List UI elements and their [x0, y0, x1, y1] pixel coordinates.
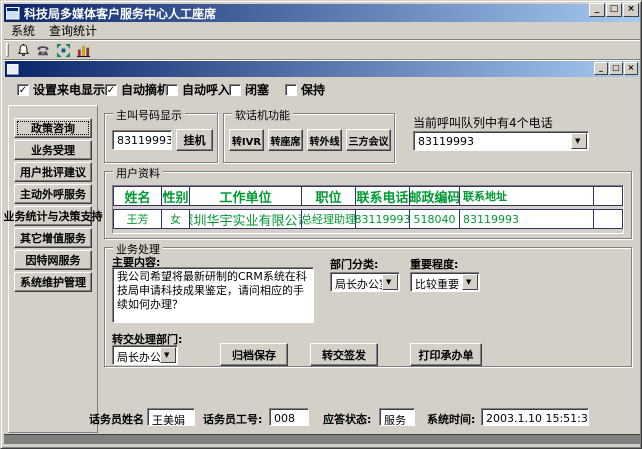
- cell-zipcode: 518040: [410, 210, 460, 228]
- toolbar: [4, 41, 640, 60]
- cell-address: 83119993: [460, 210, 594, 228]
- menu-system[interactable]: 系统: [4, 20, 42, 41]
- child-minimize-button[interactable]: _: [594, 62, 608, 75]
- cell-spacer: [594, 210, 622, 228]
- minimize-button[interactable]: _: [589, 3, 605, 17]
- user-info-group: 用户资料 姓名 性别 工作单位 职位 联系电话 邮政编码 联系地址 王芳 女 深…: [104, 171, 632, 239]
- sidebar: 政策咨询 业务受理 用户批评建议 主动外呼服务 业务统计与决策支持 其它增值服务…: [8, 105, 98, 433]
- importance-selected-value: 比较重要: [415, 276, 459, 292]
- sidebar-item-internet-service[interactable]: 因特网服务: [14, 250, 92, 270]
- col-company: 工作单位: [190, 187, 302, 205]
- sidebar-item-policy-consult[interactable]: 政策咨询: [14, 118, 92, 138]
- caller-number-group: 主叫号码显示 83119993 挂机: [104, 113, 218, 163]
- queue-combobox[interactable]: 83119993: [413, 131, 589, 151]
- checkbox-hold[interactable]: 保持: [285, 81, 325, 98]
- cell-name: 王芳: [114, 210, 162, 228]
- cell-gender: 女: [162, 210, 190, 228]
- operator-id-field[interactable]: 008: [269, 408, 309, 426]
- transfer-icon[interactable]: [53, 42, 73, 59]
- content-textarea[interactable]: 我公司希望将最新研制的CRM系统在科技局申请科技成果鉴定，请问相应的手续如何办理…: [112, 267, 314, 323]
- col-spacer: [594, 187, 622, 205]
- child-title-bar: [5, 61, 639, 77]
- sidebar-item-value-added[interactable]: 其它增值服务: [14, 228, 92, 248]
- print-form-button[interactable]: 打印承办单: [410, 343, 482, 366]
- dept-combobox[interactable]: 局长办公室: [330, 272, 400, 292]
- bell-icon[interactable]: [13, 42, 33, 59]
- user-info-title: 用户资料: [113, 165, 163, 181]
- system-time-label: 系统时间:: [427, 411, 475, 427]
- cell-company: 深圳华宇实业有限公司: [190, 210, 302, 228]
- queue-selected-value: 83119993: [418, 135, 474, 148]
- operator-id-label: 话务员工号:: [203, 411, 262, 427]
- window-title: 科技局多媒体客户服务中心人工座席: [24, 5, 216, 22]
- checkbox-caller-id-display[interactable]: ✓ 设置来电显示: [17, 81, 105, 98]
- sidebar-item-user-feedback[interactable]: 用户批评建议: [14, 162, 92, 182]
- grid-header-row: 姓名 性别 工作单位 职位 联系电话 邮政编码 联系地址: [113, 186, 623, 206]
- app-icon: [6, 7, 20, 20]
- call-options-row: ✓ 设置来电显示 ✓ 自动摘机 自动呼入 闭塞 保持: [5, 81, 639, 97]
- business-group: 业务处理 主要内容: 我公司希望将最新研制的CRM系统在科技局申请科技成果鉴定，…: [104, 247, 632, 367]
- checkbox-mark[interactable]: [229, 84, 241, 96]
- sidebar-item-stats-support[interactable]: 业务统计与决策支持: [14, 206, 92, 226]
- sidebar-item-business-accept[interactable]: 业务受理: [14, 140, 92, 160]
- menu-query-stats[interactable]: 查询统计: [42, 20, 104, 41]
- importance-label: 重要程度:: [410, 256, 458, 272]
- chevron-down-icon[interactable]: [160, 347, 176, 363]
- checkbox-mark[interactable]: [166, 84, 178, 96]
- app-window: 科技局多媒体客户服务中心人工座席 _ □ × 系统 查询统计 _ □ ×: [0, 0, 642, 449]
- checkbox-mark[interactable]: ✓: [17, 84, 29, 96]
- forward-sign-button[interactable]: 转交签发: [310, 343, 378, 366]
- sidebar-item-system-maintain[interactable]: 系统维护管理: [14, 272, 92, 292]
- checkbox-auto-answer[interactable]: ✓ 自动摘机: [105, 81, 169, 98]
- status-strip: [4, 434, 640, 445]
- child-close-button[interactable]: ×: [624, 62, 638, 75]
- dept-label: 部门分类:: [330, 256, 378, 272]
- cell-phone: 83119993: [356, 210, 410, 228]
- chart-icon[interactable]: [73, 42, 93, 59]
- three-way-conf-button[interactable]: 三方会议: [346, 129, 391, 151]
- close-button[interactable]: ×: [623, 3, 639, 17]
- softphone-group-title: 软话机功能: [232, 107, 293, 123]
- toolbar-grip: [6, 43, 9, 57]
- user-info-grid: 姓名 性别 工作单位 职位 联系电话 邮政编码 联系地址 王芳 女 深圳华宇实业…: [112, 185, 624, 234]
- col-zipcode: 邮政编码: [410, 187, 460, 205]
- child-maximize-button[interactable]: □: [609, 62, 623, 75]
- answer-state-label: 应答状态:: [323, 411, 371, 427]
- sidebar-item-outbound-service[interactable]: 主动外呼服务: [14, 184, 92, 204]
- transfer-dept-combobox[interactable]: 局长办公室: [112, 345, 178, 365]
- chevron-down-icon[interactable]: [462, 274, 478, 290]
- transfer-outline-button[interactable]: 转外线: [307, 129, 342, 151]
- child-window-icon: [7, 64, 19, 75]
- chevron-down-icon[interactable]: [382, 274, 398, 290]
- caller-number-field[interactable]: 83119993: [112, 130, 172, 150]
- checkbox-block[interactable]: 闭塞: [229, 81, 269, 98]
- col-name: 姓名: [114, 187, 162, 205]
- caller-group-title: 主叫号码显示: [113, 107, 185, 123]
- checkbox-mark[interactable]: [285, 84, 297, 96]
- importance-combobox[interactable]: 比较重要: [410, 272, 480, 292]
- softphone-group: 软话机功能 转IVR 转座席 转外线 三方会议: [223, 113, 395, 163]
- col-gender: 性别: [162, 187, 190, 205]
- archive-save-button[interactable]: 归档保存: [220, 343, 288, 366]
- phone-icon[interactable]: [33, 42, 53, 59]
- hangup-button[interactable]: 挂机: [176, 129, 213, 151]
- operator-name-field[interactable]: 王美娟: [147, 408, 195, 426]
- checkbox-mark[interactable]: ✓: [105, 84, 117, 96]
- grid-data-row[interactable]: 王芳 女 深圳华宇实业有限公司 总经理助理 83119993 518040 83…: [113, 209, 623, 229]
- answer-state-field[interactable]: 服务: [379, 408, 415, 426]
- queue-label: 当前呼叫队列中有4个电话: [413, 114, 553, 131]
- menu-bar: 系统 查询统计: [4, 22, 640, 40]
- checkbox-auto-call-in[interactable]: 自动呼入: [166, 81, 230, 98]
- col-position: 职位: [302, 187, 356, 205]
- transfer-ivr-button[interactable]: 转IVR: [229, 129, 264, 151]
- col-address: 联系地址: [460, 187, 594, 205]
- cell-position: 总经理助理: [302, 210, 356, 228]
- chevron-down-icon[interactable]: [571, 133, 587, 149]
- operator-name-label: 话务员姓名: [89, 411, 144, 427]
- col-phone: 联系电话: [356, 187, 410, 205]
- transfer-agent-button[interactable]: 转座席: [268, 129, 303, 151]
- maximize-button[interactable]: □: [606, 3, 622, 17]
- system-time-field[interactable]: 2003.1.10 15:51:39: [481, 408, 589, 426]
